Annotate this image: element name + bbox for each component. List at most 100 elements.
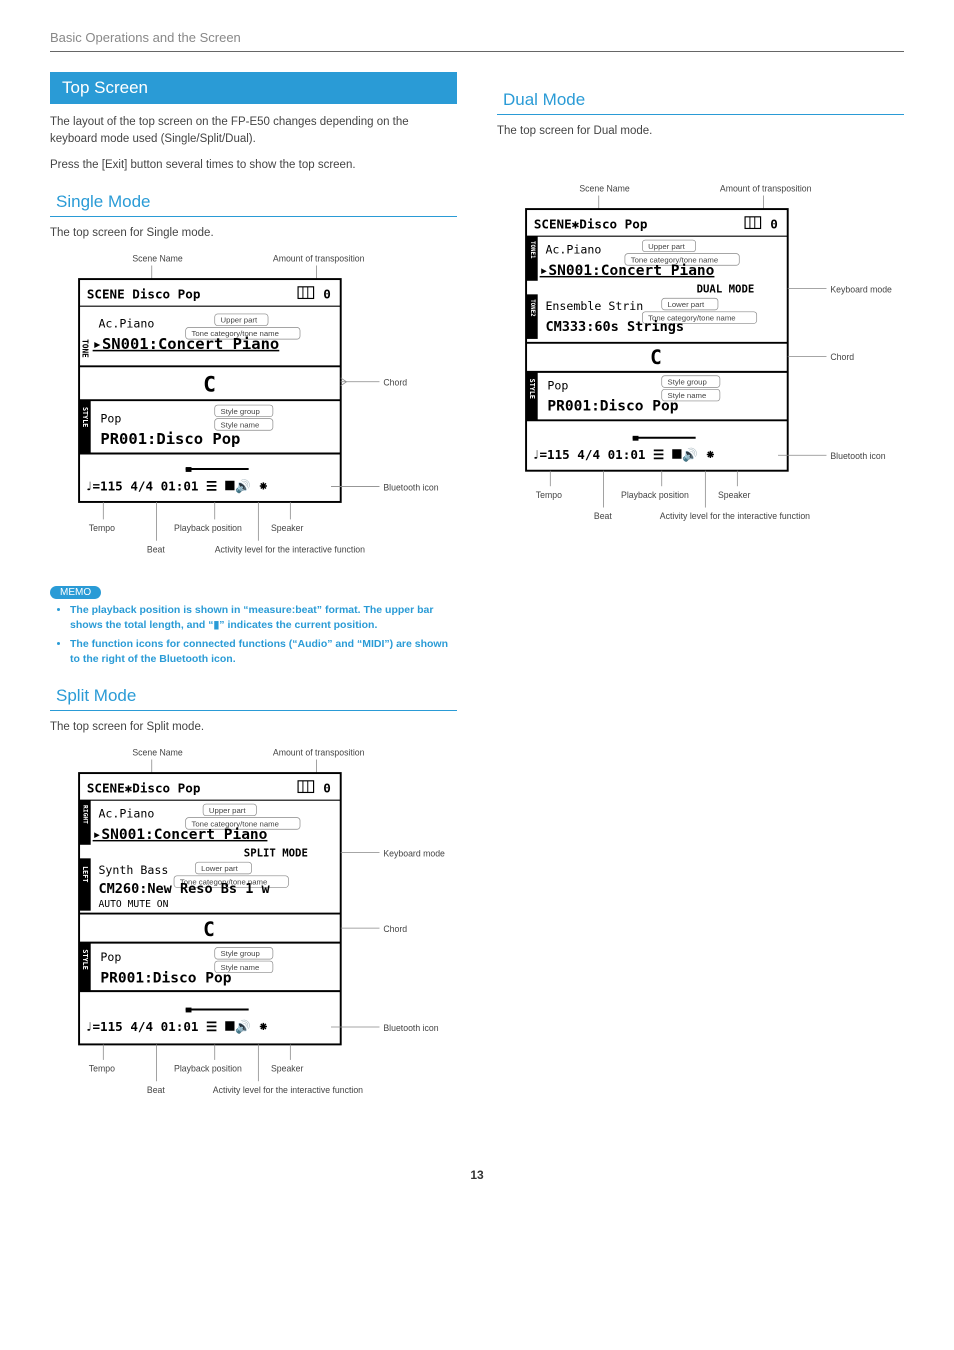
scr-right-side: RIGHT — [81, 805, 88, 824]
lbl-lower-s: Lower part — [201, 864, 238, 873]
split-svg: Scene Name Amount of transposition SCENE… — [50, 744, 457, 1112]
scr-tone-big: ▸SN001:Concert Piano — [93, 335, 280, 353]
scr-trans-d: 0 — [770, 217, 778, 232]
lbl-kbmode-d: Keyboard mode — [830, 285, 892, 295]
single-svg: Scene Name Amount of transposition SCENE… — [50, 250, 457, 570]
scr-scene-s: SCENE✱Disco Pop — [87, 780, 201, 795]
scr-t1-side: TONE1 — [529, 241, 535, 259]
scr-bottom-d: ♩=115 4/4 01:01 ☰ ⯀🔊 ⁕ — [532, 447, 716, 463]
scr-chord-d: C — [650, 346, 662, 369]
lbl-activity: Activity level for the interactive funct… — [215, 544, 365, 554]
scr-bottom: ♩=115 4/4 01:01 ☰ ⯀🔊 ⁕ — [85, 478, 269, 494]
lbl-stylename: Style name — [221, 420, 260, 429]
lbl-tempo-d: Tempo — [536, 490, 562, 500]
single-diagram: Scene Name Amount of transposition SCENE… — [50, 250, 457, 570]
dual-svg: Scene Name Amount of transposition SCENE… — [497, 180, 904, 539]
scr-style-small-s: Pop — [100, 950, 121, 964]
lbl-chord-s: Chord — [383, 924, 407, 934]
lbl-stylegrp-s: Style group — [221, 949, 260, 958]
scr-t2-side: TONE2 — [529, 299, 535, 317]
scr-automute-s: AUTO MUTE ON — [98, 899, 168, 910]
intro-1: The layout of the top screen on the FP-E… — [50, 114, 457, 149]
single-lead: The top screen for Single mode. — [50, 225, 457, 242]
lbl-bt: Bluetooth icon — [383, 482, 438, 492]
dual-lead: The top screen for Dual mode. — [497, 123, 904, 140]
lbl-upper-d: Upper part — [648, 242, 685, 251]
scr-mode-d: DUAL MODE — [697, 283, 755, 296]
lbl-speaker-d: Speaker — [718, 490, 751, 500]
scr-tone-small-d: Ac.Piano — [545, 243, 601, 257]
scr-mode-s: SPLIT MODE — [244, 846, 308, 859]
lbl-activity-s: Activity level for the interactive funct… — [213, 1085, 363, 1095]
lbl-scene: Scene Name — [132, 254, 183, 264]
page-header: Basic Operations and the Screen — [50, 30, 904, 52]
lbl-bt-d: Bluetooth icon — [830, 451, 885, 461]
scr-tone-big-d: ▸SN001:Concert Piano — [540, 263, 715, 279]
memo-tag: MEMO — [50, 586, 101, 599]
scr-lower-big-d: CM333:60s Strings — [545, 319, 684, 335]
scr-tone-small: Ac.Piano — [98, 317, 154, 331]
lbl-beat-d: Beat — [594, 511, 613, 521]
dual-diagram: Scene Name Amount of transposition SCENE… — [497, 180, 904, 539]
scr-trans: 0 — [323, 286, 331, 301]
split-lead: The top screen for Split mode. — [50, 719, 457, 736]
right-column: Dual Mode The top screen for Dual mode. … — [497, 72, 904, 1118]
scr-tone-side: TONE — [80, 339, 89, 358]
lbl-transpose: Amount of transposition — [273, 254, 365, 264]
scr-scene-d: SCENE✱Disco Pop — [534, 217, 648, 232]
scr-bottom-s: ♩=115 4/4 01:01 ☰ ⯀🔊 ⁕ — [85, 1019, 269, 1035]
left-column: Top Screen The layout of the top screen … — [50, 72, 457, 1118]
lbl-upper-s: Upper part — [209, 806, 246, 815]
scr-style-big-d: PR001:Disco Pop — [547, 399, 678, 415]
memo-2: The function icons for connected functio… — [70, 637, 457, 667]
scr-tone-big-s: ▸SN001:Concert Piano — [93, 827, 268, 843]
memo-1: The playback position is shown in “measu… — [70, 603, 457, 633]
lbl-scene-d: Scene Name — [579, 184, 630, 194]
scr-style-big: PR001:Disco Pop — [100, 430, 240, 448]
lbl-scene-s: Scene Name — [132, 748, 183, 758]
lbl-playback: Playback position — [174, 523, 242, 533]
dual-mode-title: Dual Mode — [497, 86, 904, 115]
lbl-tempo-s: Tempo — [89, 1063, 115, 1073]
scr-style-side: STYLE — [81, 407, 89, 427]
scr-style-small: Pop — [100, 411, 121, 425]
scr-chord: C — [203, 372, 216, 397]
lbl-activity-d: Activity level for the interactive funct… — [660, 511, 810, 521]
memo-list: The playback position is shown in “measu… — [50, 603, 457, 668]
page-number: 13 — [50, 1168, 904, 1182]
scr-style-big-s: PR001:Disco Pop — [100, 970, 231, 986]
scr-tone-small-s: Ac.Piano — [98, 807, 154, 821]
lbl-lower-d: Lower part — [668, 300, 705, 309]
lbl-stylegrp: Style group — [221, 407, 260, 416]
lbl-speaker: Speaker — [271, 523, 304, 533]
lbl-chord-d: Chord — [830, 352, 854, 362]
lbl-beat-s: Beat — [147, 1085, 166, 1095]
lbl-playback-d: Playback position — [621, 490, 689, 500]
scr-lower-small-d: Ensemble Strin — [545, 299, 643, 313]
scr-left-side: LEFT — [81, 866, 89, 882]
lbl-beat: Beat — [147, 544, 166, 554]
scr-trans-s: 0 — [323, 780, 331, 795]
split-diagram: Scene Name Amount of transposition SCENE… — [50, 744, 457, 1112]
lbl-upper: Upper part — [221, 316, 258, 325]
scr-style-side-d: STYLE — [528, 379, 536, 399]
lbl-speaker-s: Speaker — [271, 1063, 304, 1073]
lbl-transpose-s: Amount of transposition — [273, 748, 365, 758]
single-mode-title: Single Mode — [50, 188, 457, 217]
scr-lower-big-s: CM260:New Reso Bs 1 w — [98, 881, 270, 897]
scr-scene: SCENE Disco Pop — [87, 286, 201, 301]
lbl-transpose-d: Amount of transposition — [720, 184, 812, 194]
scr-style-small-d: Pop — [547, 379, 568, 393]
lbl-stylegrp-d: Style group — [668, 378, 707, 387]
lbl-chord: Chord — [383, 378, 407, 388]
scr-chord-s: C — [203, 918, 215, 941]
lbl-kbmode-s: Keyboard mode — [383, 848, 445, 858]
lbl-bt-s: Bluetooth icon — [383, 1023, 438, 1033]
scr-lower-small-s: Synth Bass — [98, 863, 168, 877]
lbl-playback-s: Playback position — [174, 1063, 242, 1073]
scr-style-side-s: STYLE — [81, 949, 89, 969]
split-mode-title: Split Mode — [50, 682, 457, 711]
lbl-tempo: Tempo — [89, 523, 115, 533]
intro-2: Press the [Exit] button several times to… — [50, 157, 457, 174]
section-title: Top Screen — [50, 72, 457, 104]
